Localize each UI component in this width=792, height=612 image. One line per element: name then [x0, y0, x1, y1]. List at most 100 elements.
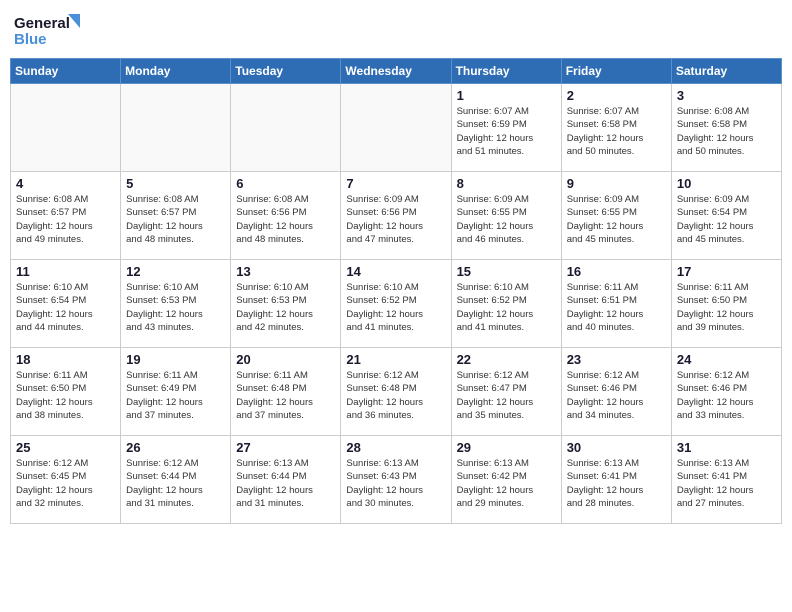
- day-number: 15: [457, 264, 556, 279]
- calendar-cell: 9 Sunrise: 6:09 AM Sunset: 6:55 PM Daylig…: [561, 172, 671, 260]
- col-header-tuesday: Tuesday: [231, 59, 341, 84]
- day-info: Sunrise: 6:13 AM Sunset: 6:44 PM Dayligh…: [236, 457, 335, 510]
- day-info: Sunrise: 6:12 AM Sunset: 6:44 PM Dayligh…: [126, 457, 225, 510]
- calendar-cell: 18Sunrise: 6:11 AM Sunset: 6:50 PM Dayli…: [11, 348, 121, 436]
- day-number: 1: [457, 88, 556, 103]
- day-number: 11: [16, 264, 115, 279]
- calendar-cell: 6 Sunrise: 6:08 AM Sunset: 6:56 PM Daylig…: [231, 172, 341, 260]
- day-number: 2: [567, 88, 666, 103]
- calendar-cell: 8 Sunrise: 6:09 AM Sunset: 6:55 PM Daylig…: [451, 172, 561, 260]
- day-info: Sunrise: 6:10 AM Sunset: 6:52 PM Dayligh…: [457, 281, 556, 334]
- svg-text:General: General: [14, 15, 70, 32]
- day-number: 8: [457, 176, 556, 191]
- week-row-1: 1Sunrise: 6:07 AM Sunset: 6:59 PM Daylig…: [11, 84, 782, 172]
- logo-svg: GeneralBlue: [14, 10, 84, 50]
- day-info: Sunrise: 6:12 AM Sunset: 6:48 PM Dayligh…: [346, 369, 445, 422]
- week-row-3: 11 Sunrise: 6:10 AM Sunset: 6:54 PM Dayli…: [11, 260, 782, 348]
- calendar-cell: 17 Sunrise: 6:11 AM Sunset: 6:50 PM Dayli…: [671, 260, 781, 348]
- logo: GeneralBlue: [14, 10, 84, 50]
- day-info: Sunrise: 6:10 AM Sunset: 6:52 PM Dayligh…: [346, 281, 445, 334]
- col-header-wednesday: Wednesday: [341, 59, 451, 84]
- day-info: Sunrise: 6:11 AM Sunset: 6:50 PM Dayligh…: [677, 281, 776, 334]
- col-header-sunday: Sunday: [11, 59, 121, 84]
- calendar-cell: 10 Sunrise: 6:09 AM Sunset: 6:54 PM Dayli…: [671, 172, 781, 260]
- calendar-cell: 5 Sunrise: 6:08 AM Sunset: 6:57 PM Daylig…: [121, 172, 231, 260]
- week-row-4: 18Sunrise: 6:11 AM Sunset: 6:50 PM Dayli…: [11, 348, 782, 436]
- day-info: Sunrise: 6:11 AM Sunset: 6:49 PM Dayligh…: [126, 369, 225, 422]
- calendar-cell: 4 Sunrise: 6:08 AM Sunset: 6:57 PM Daylig…: [11, 172, 121, 260]
- day-info: Sunrise: 6:09 AM Sunset: 6:56 PM Dayligh…: [346, 193, 445, 246]
- calendar-header-row: SundayMondayTuesdayWednesdayThursdayFrid…: [11, 59, 782, 84]
- col-header-monday: Monday: [121, 59, 231, 84]
- day-number: 10: [677, 176, 776, 191]
- day-number: 31: [677, 440, 776, 455]
- day-number: 5: [126, 176, 225, 191]
- svg-text:Blue: Blue: [14, 31, 47, 48]
- day-number: 6: [236, 176, 335, 191]
- day-number: 19: [126, 352, 225, 367]
- day-number: 29: [457, 440, 556, 455]
- day-info: Sunrise: 6:08 AM Sunset: 6:57 PM Dayligh…: [16, 193, 115, 246]
- day-info: Sunrise: 6:10 AM Sunset: 6:54 PM Dayligh…: [16, 281, 115, 334]
- week-row-5: 25 Sunrise: 6:12 AM Sunset: 6:45 PM Dayli…: [11, 436, 782, 524]
- calendar-cell: 22Sunrise: 6:12 AM Sunset: 6:47 PM Dayli…: [451, 348, 561, 436]
- day-number: 30: [567, 440, 666, 455]
- day-info: Sunrise: 6:13 AM Sunset: 6:41 PM Dayligh…: [567, 457, 666, 510]
- day-number: 23: [567, 352, 666, 367]
- col-header-friday: Friday: [561, 59, 671, 84]
- day-info: Sunrise: 6:12 AM Sunset: 6:46 PM Dayligh…: [567, 369, 666, 422]
- calendar-cell: 12Sunrise: 6:10 AM Sunset: 6:53 PM Dayli…: [121, 260, 231, 348]
- calendar-cell: 28 Sunrise: 6:13 AM Sunset: 6:43 PM Dayli…: [341, 436, 451, 524]
- day-info: Sunrise: 6:13 AM Sunset: 6:41 PM Dayligh…: [677, 457, 776, 510]
- day-info: Sunrise: 6:09 AM Sunset: 6:55 PM Dayligh…: [567, 193, 666, 246]
- calendar-cell: 19 Sunrise: 6:11 AM Sunset: 6:49 PM Dayli…: [121, 348, 231, 436]
- day-number: 28: [346, 440, 445, 455]
- day-info: Sunrise: 6:07 AM Sunset: 6:58 PM Dayligh…: [567, 105, 666, 158]
- week-row-2: 4 Sunrise: 6:08 AM Sunset: 6:57 PM Daylig…: [11, 172, 782, 260]
- calendar-cell: 1Sunrise: 6:07 AM Sunset: 6:59 PM Daylig…: [451, 84, 561, 172]
- day-info: Sunrise: 6:09 AM Sunset: 6:55 PM Dayligh…: [457, 193, 556, 246]
- day-info: Sunrise: 6:11 AM Sunset: 6:48 PM Dayligh…: [236, 369, 335, 422]
- calendar-cell: 3Sunrise: 6:08 AM Sunset: 6:58 PM Daylig…: [671, 84, 781, 172]
- day-number: 27: [236, 440, 335, 455]
- calendar-cell: 30 Sunrise: 6:13 AM Sunset: 6:41 PM Dayli…: [561, 436, 671, 524]
- day-number: 24: [677, 352, 776, 367]
- day-number: 4: [16, 176, 115, 191]
- day-info: Sunrise: 6:08 AM Sunset: 6:57 PM Dayligh…: [126, 193, 225, 246]
- day-number: 25: [16, 440, 115, 455]
- day-number: 14: [346, 264, 445, 279]
- day-number: 9: [567, 176, 666, 191]
- calendar-cell: 7 Sunrise: 6:09 AM Sunset: 6:56 PM Daylig…: [341, 172, 451, 260]
- day-number: 13: [236, 264, 335, 279]
- calendar-cell: 31 Sunrise: 6:13 AM Sunset: 6:41 PM Dayli…: [671, 436, 781, 524]
- day-number: 20: [236, 352, 335, 367]
- day-info: Sunrise: 6:12 AM Sunset: 6:46 PM Dayligh…: [677, 369, 776, 422]
- calendar-cell: 2 Sunrise: 6:07 AM Sunset: 6:58 PM Daylig…: [561, 84, 671, 172]
- day-info: Sunrise: 6:13 AM Sunset: 6:42 PM Dayligh…: [457, 457, 556, 510]
- calendar-cell: [121, 84, 231, 172]
- calendar-cell: [231, 84, 341, 172]
- day-number: 7: [346, 176, 445, 191]
- day-info: Sunrise: 6:13 AM Sunset: 6:43 PM Dayligh…: [346, 457, 445, 510]
- calendar-cell: 25 Sunrise: 6:12 AM Sunset: 6:45 PM Dayli…: [11, 436, 121, 524]
- calendar-cell: 14 Sunrise: 6:10 AM Sunset: 6:52 PM Dayli…: [341, 260, 451, 348]
- day-info: Sunrise: 6:08 AM Sunset: 6:58 PM Dayligh…: [677, 105, 776, 158]
- calendar-cell: 23 Sunrise: 6:12 AM Sunset: 6:46 PM Dayli…: [561, 348, 671, 436]
- col-header-thursday: Thursday: [451, 59, 561, 84]
- calendar-cell: 13Sunrise: 6:10 AM Sunset: 6:53 PM Dayli…: [231, 260, 341, 348]
- calendar-table: SundayMondayTuesdayWednesdayThursdayFrid…: [10, 58, 782, 524]
- calendar-cell: 27 Sunrise: 6:13 AM Sunset: 6:44 PM Dayli…: [231, 436, 341, 524]
- day-number: 17: [677, 264, 776, 279]
- day-info: Sunrise: 6:11 AM Sunset: 6:50 PM Dayligh…: [16, 369, 115, 422]
- day-number: 26: [126, 440, 225, 455]
- calendar-cell: 21Sunrise: 6:12 AM Sunset: 6:48 PM Dayli…: [341, 348, 451, 436]
- day-info: Sunrise: 6:09 AM Sunset: 6:54 PM Dayligh…: [677, 193, 776, 246]
- day-info: Sunrise: 6:08 AM Sunset: 6:56 PM Dayligh…: [236, 193, 335, 246]
- calendar-cell: 11 Sunrise: 6:10 AM Sunset: 6:54 PM Dayli…: [11, 260, 121, 348]
- day-info: Sunrise: 6:10 AM Sunset: 6:53 PM Dayligh…: [126, 281, 225, 334]
- day-number: 22: [457, 352, 556, 367]
- day-info: Sunrise: 6:12 AM Sunset: 6:45 PM Dayligh…: [16, 457, 115, 510]
- col-header-saturday: Saturday: [671, 59, 781, 84]
- calendar-cell: 29 Sunrise: 6:13 AM Sunset: 6:42 PM Dayli…: [451, 436, 561, 524]
- calendar-cell: 26 Sunrise: 6:12 AM Sunset: 6:44 PM Dayli…: [121, 436, 231, 524]
